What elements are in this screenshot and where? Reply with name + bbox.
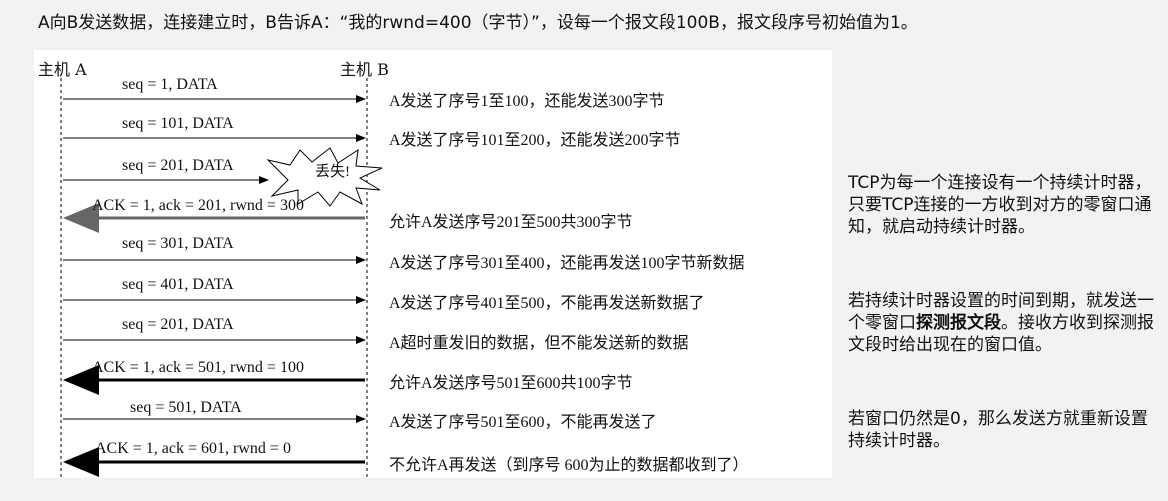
message-description: A发送了序号101至200，还能发送200字节 <box>389 132 681 149</box>
note-reset-timer: 若窗口仍然是0，那么发送方就重新设置持续计时器。 <box>848 409 1148 451</box>
arrow-label: ACK = 1, ack = 501, rwnd = 100 <box>92 359 304 376</box>
message-description: A发送了序号301至400，还能再发送100字节新数据 <box>389 255 745 272</box>
arrow-label: seq = 501, DATA <box>130 399 242 416</box>
arrow-label: seq = 201, DATA <box>122 157 234 174</box>
note-persist-timer: TCP为每一个连接设有一个持续计时器，只要TCP连接的一方收到对方的零窗口通知，… <box>848 173 1152 237</box>
arrow-label: seq = 1, DATA <box>122 76 218 93</box>
arrow-label: seq = 101, DATA <box>122 115 234 132</box>
message-description: 允许A发送序号501至600共100字节 <box>389 375 633 392</box>
arrow-label: ACK = 1, ack = 601, rwnd = 0 <box>95 440 291 457</box>
probe-segment-term: 探测报文段 <box>916 313 1001 333</box>
message-description: A发送了序号501至600，不能再发送了 <box>389 414 657 431</box>
message-description: A超时重发旧的数据，但不能发送新的数据 <box>389 335 689 352</box>
lost-label: 丢失! <box>315 164 350 180</box>
arrow-label: seq = 301, DATA <box>122 235 234 252</box>
note-probe-segment: 若持续计时器设置的时间到期，就发送一个零窗口探测报文段。接收方收到探测报文段时给… <box>848 291 1154 355</box>
message-description: A发送了序号1至100，还能发送300字节 <box>389 93 665 110</box>
message-description: A发送了序号401至500，不能再发送新数据了 <box>389 295 705 312</box>
arrow-label: seq = 401, DATA <box>122 276 234 293</box>
arrow-label: ACK = 1, ack = 201, rwnd = 300 <box>92 197 304 214</box>
message-description: 不允许A再发送（到序号 600为止的数据都收到了） <box>389 457 749 474</box>
message-description: 允许A发送序号201至500共300字节 <box>389 214 633 231</box>
arrow-label: seq = 201, DATA <box>122 316 234 333</box>
